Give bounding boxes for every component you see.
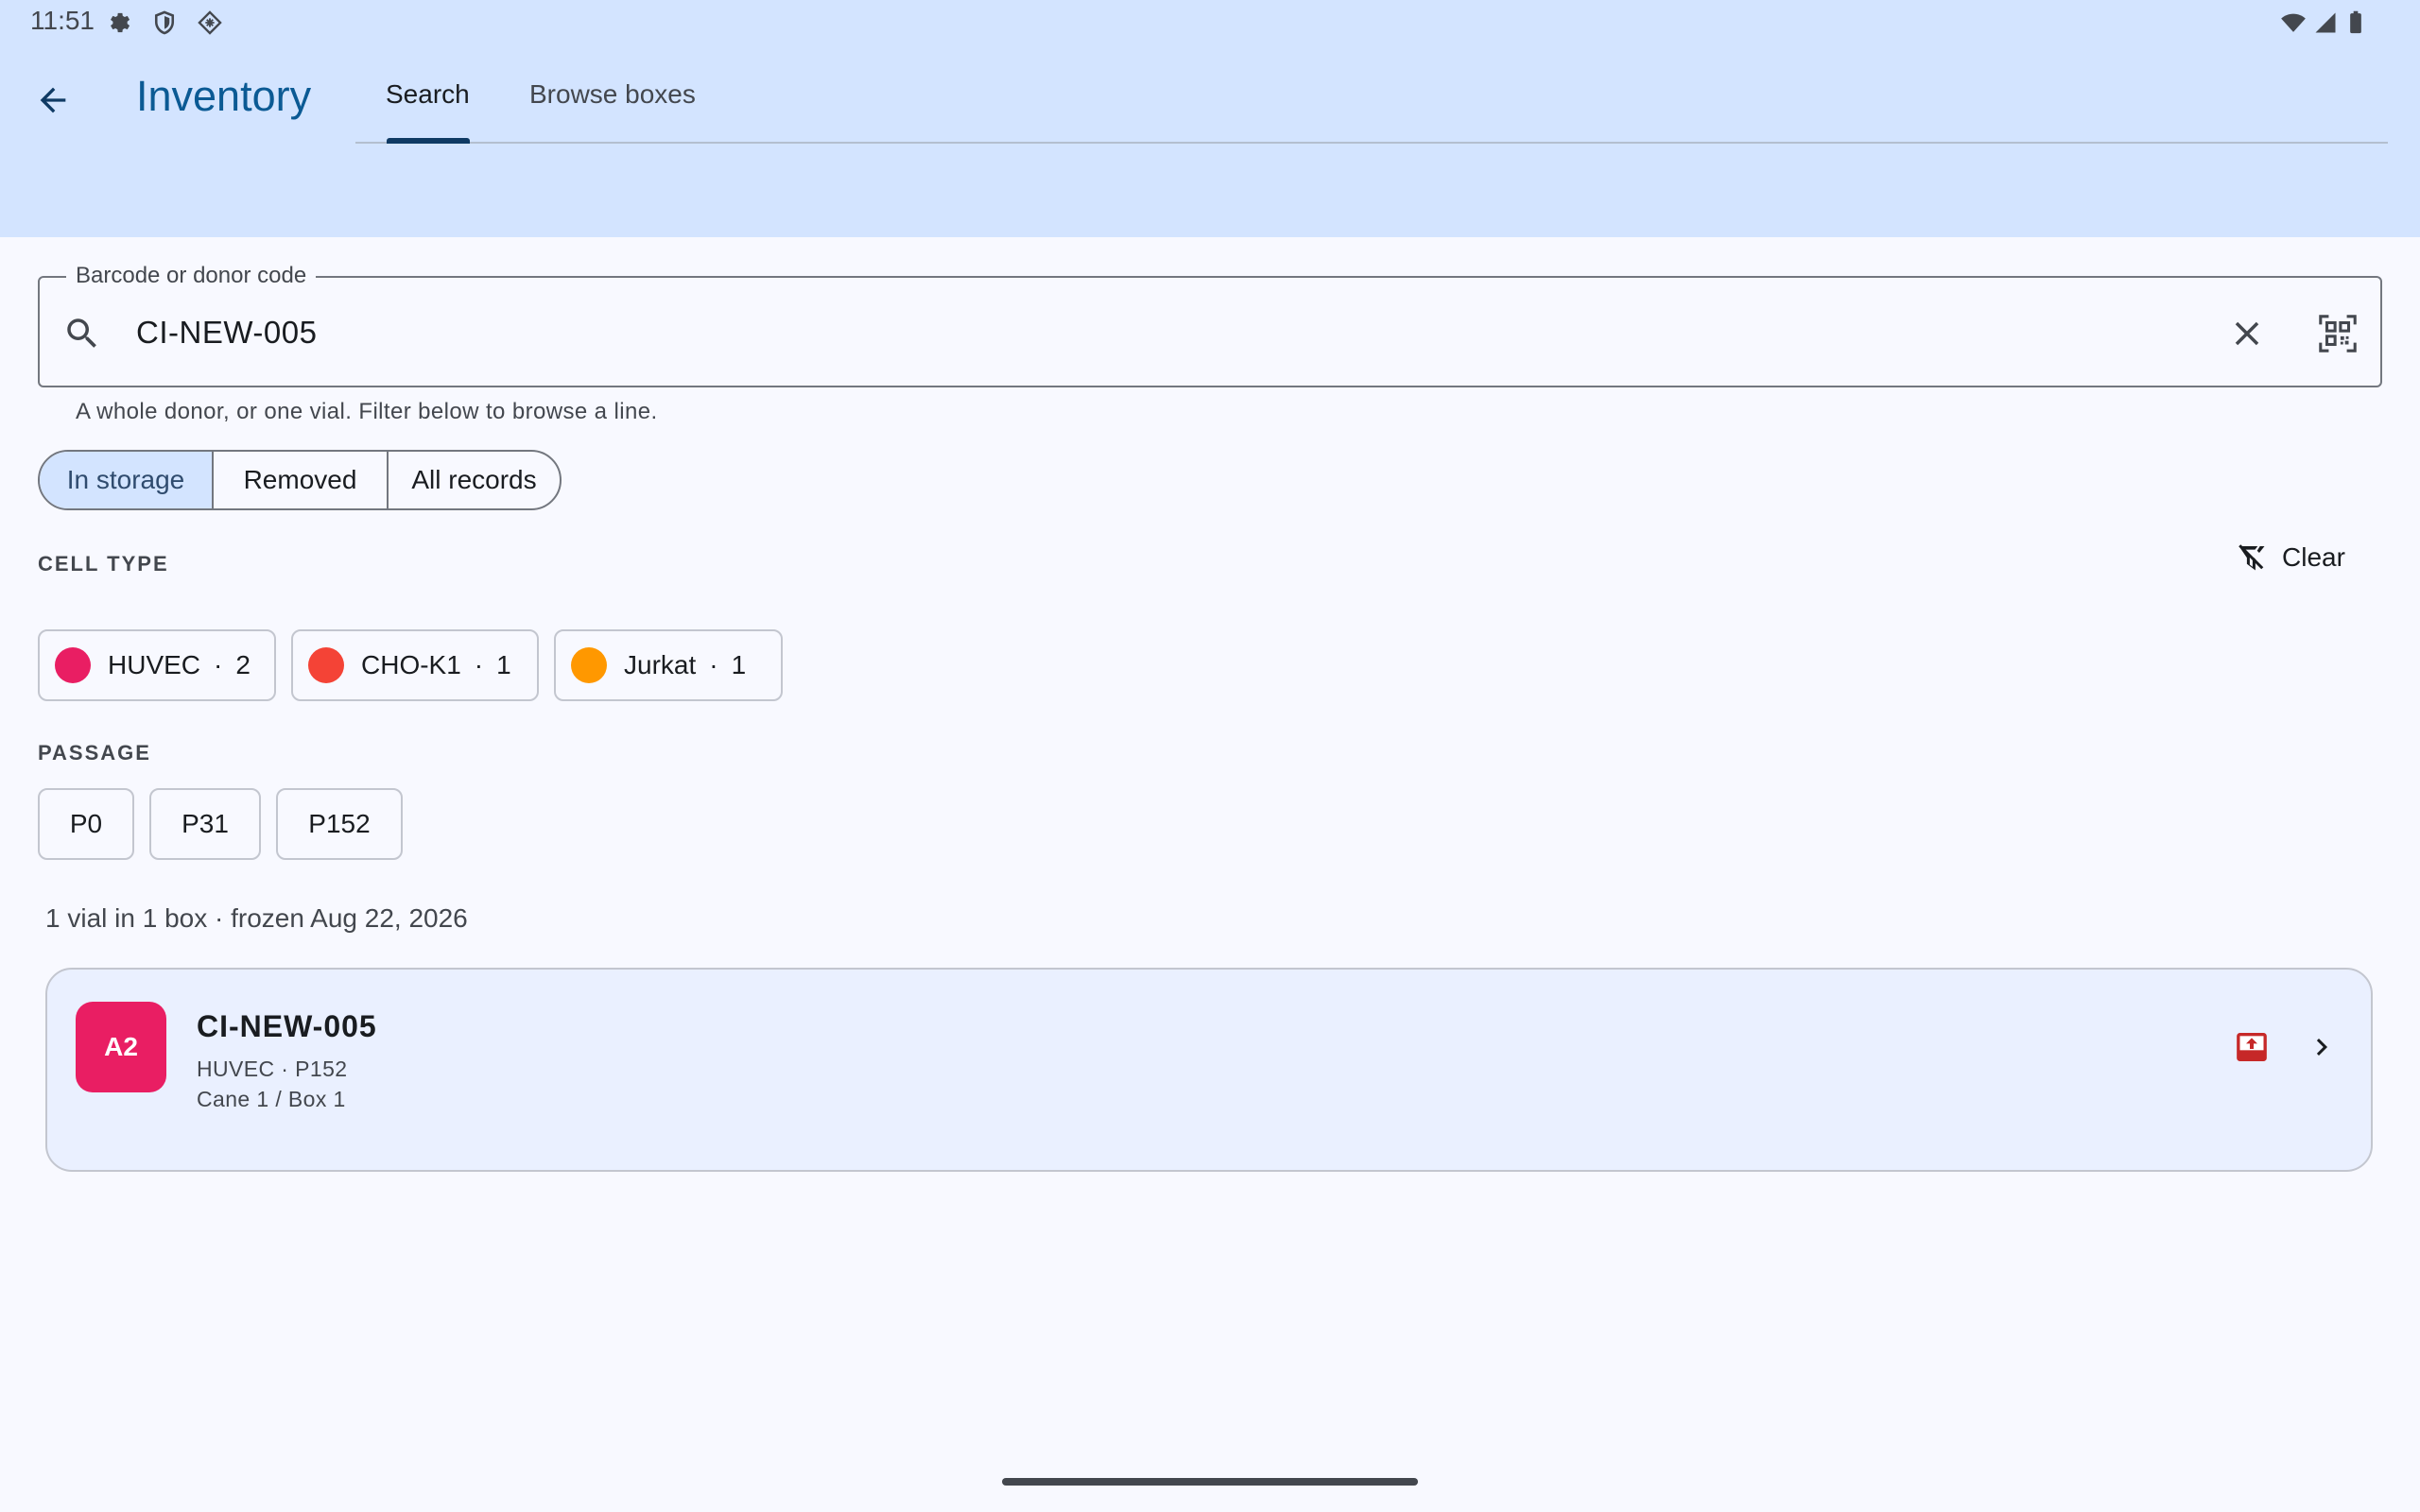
color-dot [55, 647, 91, 683]
vial-detail: HUVEC · P152 [197, 1057, 348, 1081]
storage-status-segmented: In storage Removed All records [38, 450, 562, 510]
search-icon [67, 318, 96, 348]
top-app-bar [0, 0, 2420, 237]
search-label: Barcode or donor code [66, 263, 317, 289]
shield-icon [154, 10, 175, 35]
page-title: Inventory [136, 72, 312, 120]
search-input[interactable] [38, 276, 2382, 387]
tab-active-indicator [387, 138, 470, 144]
vial-position-badge: A2 [76, 1002, 166, 1092]
chip-count: 1 [731, 650, 747, 679]
clear-filters-button[interactable]: Clear [2235, 541, 2345, 575]
color-dot [571, 647, 607, 683]
search-value[interactable]: CI-NEW-005 [136, 315, 317, 351]
tab-search[interactable]: Search [386, 79, 470, 110]
segment-all-records[interactable]: All records [389, 452, 560, 508]
passage-chip-p152[interactable]: P152 [276, 788, 403, 860]
diamond-icon [198, 10, 222, 35]
chevron-right-icon[interactable] [2305, 1030, 2339, 1064]
vial-location: Cane 1 / Box 1 [197, 1087, 346, 1111]
cell-type-chip-cho-k1[interactable]: CHO-K1 · 1 [291, 629, 539, 701]
clear-filters-label: Clear [2282, 542, 2345, 572]
result-summary: 1 vial in 1 box · frozen Aug 22, 2026 [45, 903, 468, 933]
remove-from-storage-icon[interactable] [2233, 1028, 2271, 1066]
wifi-icon [2281, 13, 2306, 32]
chip-label: CHO-K1 [361, 650, 461, 679]
chip-count: 2 [235, 650, 251, 679]
clear-search-button[interactable] [2227, 314, 2267, 353]
passage-heading: PASSAGE [38, 741, 151, 765]
settings-icon [111, 12, 130, 33]
cell-type-heading: CELL TYPE [38, 552, 169, 576]
chip-label: Jurkat [624, 650, 697, 679]
signal-icon [2315, 12, 2336, 33]
chip-count: 1 [496, 650, 511, 679]
chip-label: HUVEC [108, 650, 201, 679]
tab-divider [355, 142, 2388, 144]
search-hint: A whole donor, or one vial. Filter below… [76, 399, 658, 424]
arrow-back-icon [40, 87, 66, 113]
qr-scan-icon[interactable] [2316, 312, 2360, 355]
back-button[interactable] [23, 70, 83, 130]
segment-removed[interactable]: Removed [214, 452, 389, 508]
vial-result-card[interactable] [45, 968, 2373, 1172]
passage-chip-p0[interactable]: P0 [38, 788, 134, 860]
status-time: 11:51 [30, 6, 95, 35]
passage-chip-p31[interactable]: P31 [149, 788, 261, 860]
home-indicator [1002, 1478, 1418, 1486]
segment-in-storage[interactable]: In storage [40, 452, 214, 508]
cell-type-chip-jurkat[interactable]: Jurkat · 1 [554, 629, 783, 701]
color-dot [308, 647, 344, 683]
vial-code: CI-NEW-005 [197, 1009, 377, 1043]
filter-off-icon [2238, 544, 2265, 571]
battery-icon [2350, 10, 2361, 34]
tab-browse-boxes[interactable]: Browse boxes [529, 79, 696, 110]
cell-type-chip-huvec[interactable]: HUVEC · 2 [38, 629, 276, 701]
